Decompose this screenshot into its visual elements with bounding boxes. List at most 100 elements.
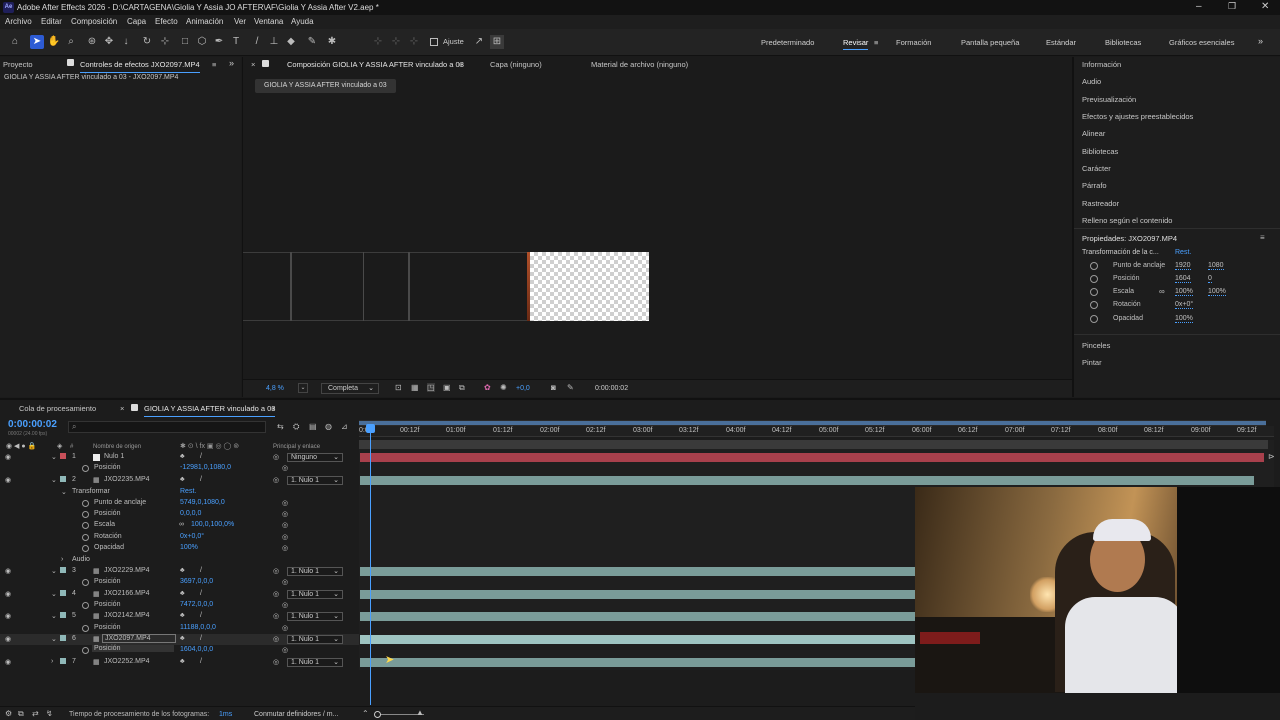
pan-camera-icon[interactable]: ✥ <box>102 35 116 49</box>
pickwhip-icon[interactable]: ◎ <box>282 499 288 507</box>
frame-blending-icon[interactable]: ◍ <box>325 422 332 431</box>
comp-panel-menu-icon[interactable]: ≡ <box>458 60 462 69</box>
stopwatch-icon[interactable] <box>82 545 89 552</box>
menu-archivo[interactable]: Archivo <box>5 17 32 26</box>
shy-switch-icon[interactable]: ♣ <box>180 453 185 460</box>
layer-name[interactable]: JXO2229.MP4 <box>104 567 150 574</box>
eye-icon[interactable]: ◉ <box>5 567 11 575</box>
eye-icon[interactable]: ◉ <box>5 476 11 484</box>
clone-stamp-icon[interactable]: ⊥ <box>267 35 281 49</box>
tab-controles-efectos[interactable]: Controles de efectos JXO2097.MP4 <box>80 60 200 73</box>
comp-mini-flowchart-icon[interactable]: ⇆ <box>277 422 284 431</box>
label-color-swatch[interactable] <box>60 453 66 459</box>
tab-timeline-comp[interactable]: GIOLIA Y ASSIA AFTER vinculado a 03 <box>144 404 276 417</box>
stopwatch-icon[interactable] <box>82 647 89 654</box>
zoom-chevron-icon[interactable]: ⌄ <box>298 383 308 393</box>
parent-select[interactable]: 1. Nulo 1 ⌄ <box>287 612 343 621</box>
menu-ver[interactable]: Ver <box>234 17 246 26</box>
transform-reset[interactable]: Rest. <box>180 488 196 495</box>
resolution-select[interactable]: Completa ⌄ <box>321 383 379 394</box>
track-end-icon[interactable]: ⊳ <box>1268 452 1275 461</box>
pickwhip-icon[interactable]: ◎ <box>273 658 279 666</box>
timeline-timecode[interactable]: 0:00:00:02 <box>8 419 57 430</box>
quality-switch-icon[interactable]: / <box>200 453 202 460</box>
layer-name[interactable]: Nulo 1 <box>104 453 124 460</box>
axis-world-icon[interactable]: ⊹ <box>389 35 403 49</box>
stopwatch-icon[interactable] <box>1090 262 1098 270</box>
expand-chevron-icon[interactable]: ⌄ <box>61 488 67 496</box>
comp-breadcrumb[interactable]: GIOLIA Y ASSIA AFTER vinculado a 03 <box>255 79 396 93</box>
comp-tab-close-icon[interactable]: × <box>251 60 255 69</box>
timeline-tab-close-icon[interactable]: × <box>120 404 124 413</box>
parent-select[interactable]: 1. Nulo 1 ⌄ <box>287 590 343 599</box>
panel-pinceles[interactable]: Pinceles <box>1082 341 1110 350</box>
eye-icon[interactable]: ◉ <box>5 453 11 461</box>
roto-brush-icon[interactable]: ✎ <box>305 35 319 49</box>
shy-switch-icon[interactable]: ♣ <box>180 590 185 597</box>
pickwhip-icon[interactable]: ◎ <box>273 453 279 461</box>
transparency-grid-toggle-icon[interactable]: ▦ <box>411 383 419 392</box>
pickwhip-icon[interactable]: ◎ <box>273 476 279 484</box>
expand-chevron-icon[interactable]: ⌄ <box>51 476 57 484</box>
stopwatch-icon[interactable] <box>1090 301 1098 309</box>
stopwatch-icon[interactable] <box>82 579 89 586</box>
expand-chevron-icon[interactable]: ⌄ <box>51 567 57 575</box>
menu-capa[interactable]: Capa <box>127 17 146 26</box>
graph-editor-icon[interactable]: ⊿ <box>341 422 348 431</box>
eye-icon[interactable]: ◉ <box>5 612 11 620</box>
quality-switch-icon[interactable]: / <box>200 612 202 619</box>
quality-switch-icon[interactable]: / <box>200 635 202 642</box>
panel-bibliotecas[interactable]: Bibliotecas <box>1082 147 1118 156</box>
parent-select[interactable]: 1. Nulo 1 ⌄ <box>287 635 343 644</box>
zoom-tool-icon[interactable]: ⌕ <box>64 35 78 49</box>
shy-switch-icon[interactable]: ♣ <box>180 476 185 483</box>
close-icon[interactable]: ✕ <box>1261 1 1269 12</box>
text-tool-icon[interactable]: T <box>229 35 243 49</box>
eye-icon[interactable]: ◉ <box>5 590 11 598</box>
tab-material-archivo[interactable]: Material de archivo (ninguno) <box>591 60 688 69</box>
snap-options-icon[interactable]: ↗ <box>472 35 486 49</box>
show-snapshot-icon[interactable]: ✎ <box>567 383 574 392</box>
quality-switch-icon[interactable]: / <box>200 590 202 597</box>
workspace-graficos-esenciales[interactable]: Gráficos esenciales <box>1169 38 1234 47</box>
menu-ventana[interactable]: Ventana <box>254 17 283 26</box>
pickwhip-icon[interactable]: ◎ <box>282 544 288 552</box>
property-value[interactable]: 7472,0,0,0 <box>180 601 213 608</box>
toggle-switches-modes[interactable]: Conmutar definidores / m... <box>254 711 338 718</box>
shy-switch-icon[interactable]: ♣ <box>180 635 185 642</box>
tab-cola-procesamiento[interactable]: Cola de procesamiento <box>19 404 96 413</box>
property-value[interactable]: 100% <box>180 544 198 551</box>
switch-layer-mode-icon[interactable]: ⧉ <box>18 709 24 719</box>
prop-rotation-value[interactable]: 0x+0° <box>1175 301 1194 309</box>
viewer-timecode[interactable]: 0:00:00:02 <box>595 385 628 392</box>
3d-view-icon[interactable]: ⧉ <box>459 383 465 393</box>
transform-reset[interactable]: Rest. <box>1175 249 1191 256</box>
pickwhip-icon[interactable]: ◎ <box>273 567 279 575</box>
timeline-search-input[interactable]: ⌕ <box>68 421 266 433</box>
shy-layers-icon[interactable]: ▤ <box>309 422 317 431</box>
rectangle-tool-icon[interactable]: □ <box>178 35 192 49</box>
pen-tool-icon[interactable]: ✒ <box>212 35 226 49</box>
axis-view-icon[interactable]: ⊹ <box>407 35 421 49</box>
layer-name[interactable]: JXO2097.MP4 <box>102 634 176 643</box>
property-value[interactable]: 0,0,0,0 <box>180 510 201 517</box>
pickwhip-icon[interactable]: ◎ <box>282 646 288 654</box>
zoom-in-icon[interactable]: ▲ <box>416 708 424 717</box>
property-value[interactable]: 5749,0,1080,0 <box>180 499 225 506</box>
minimize-icon[interactable]: – <box>1196 1 1202 12</box>
panel-audio[interactable]: Audio <box>1082 77 1101 86</box>
workspace-menu-icon[interactable]: ≡ <box>874 38 878 47</box>
prop-anchor-y[interactable]: 1080 <box>1208 262 1224 270</box>
exposure-reset-icon[interactable]: ✺ <box>500 383 507 392</box>
tab-capa[interactable]: Capa (ninguno) <box>490 60 542 69</box>
timeline-menu-icon[interactable]: ≡ <box>271 404 275 413</box>
pickwhip-icon[interactable]: ◎ <box>273 590 279 598</box>
orbit-camera-icon[interactable]: ⊛ <box>85 35 99 49</box>
panel-menu-icon[interactable]: ≡ <box>212 60 216 69</box>
col-source-name[interactable]: Nombre de origen <box>93 444 141 450</box>
pickwhip-icon[interactable]: ◎ <box>282 624 288 632</box>
panel-efectos-ajustes[interactable]: Efectos y ajustes preestablecidos <box>1082 112 1193 121</box>
menu-ayuda[interactable]: Ayuda <box>291 17 314 26</box>
guides-icon[interactable]: ▣ <box>443 383 451 392</box>
workspace-pantalla-pequena[interactable]: Pantalla pequeña <box>961 38 1019 47</box>
